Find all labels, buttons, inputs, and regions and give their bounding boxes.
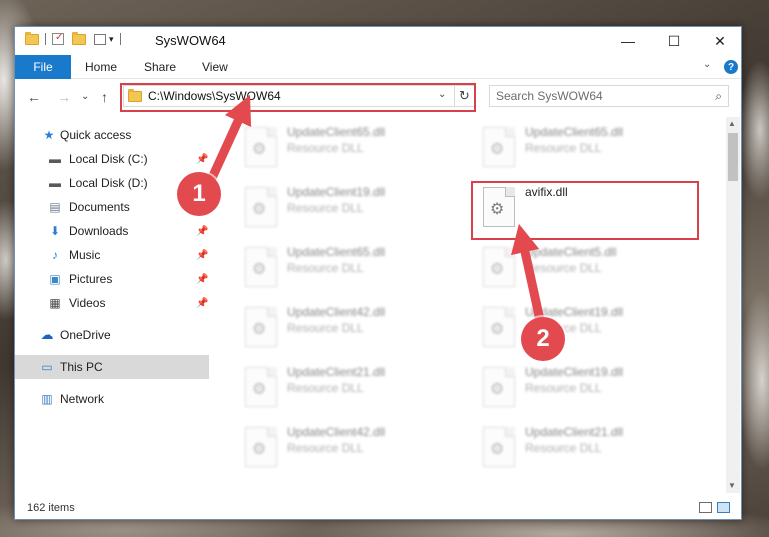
arrow-to-address-bar — [207, 94, 252, 183]
annotation-arrows — [207, 94, 545, 325]
arrow-to-file — [511, 223, 545, 325]
step-marker-2: 2 — [521, 317, 565, 361]
step-marker-1: 1 — [177, 172, 221, 216]
